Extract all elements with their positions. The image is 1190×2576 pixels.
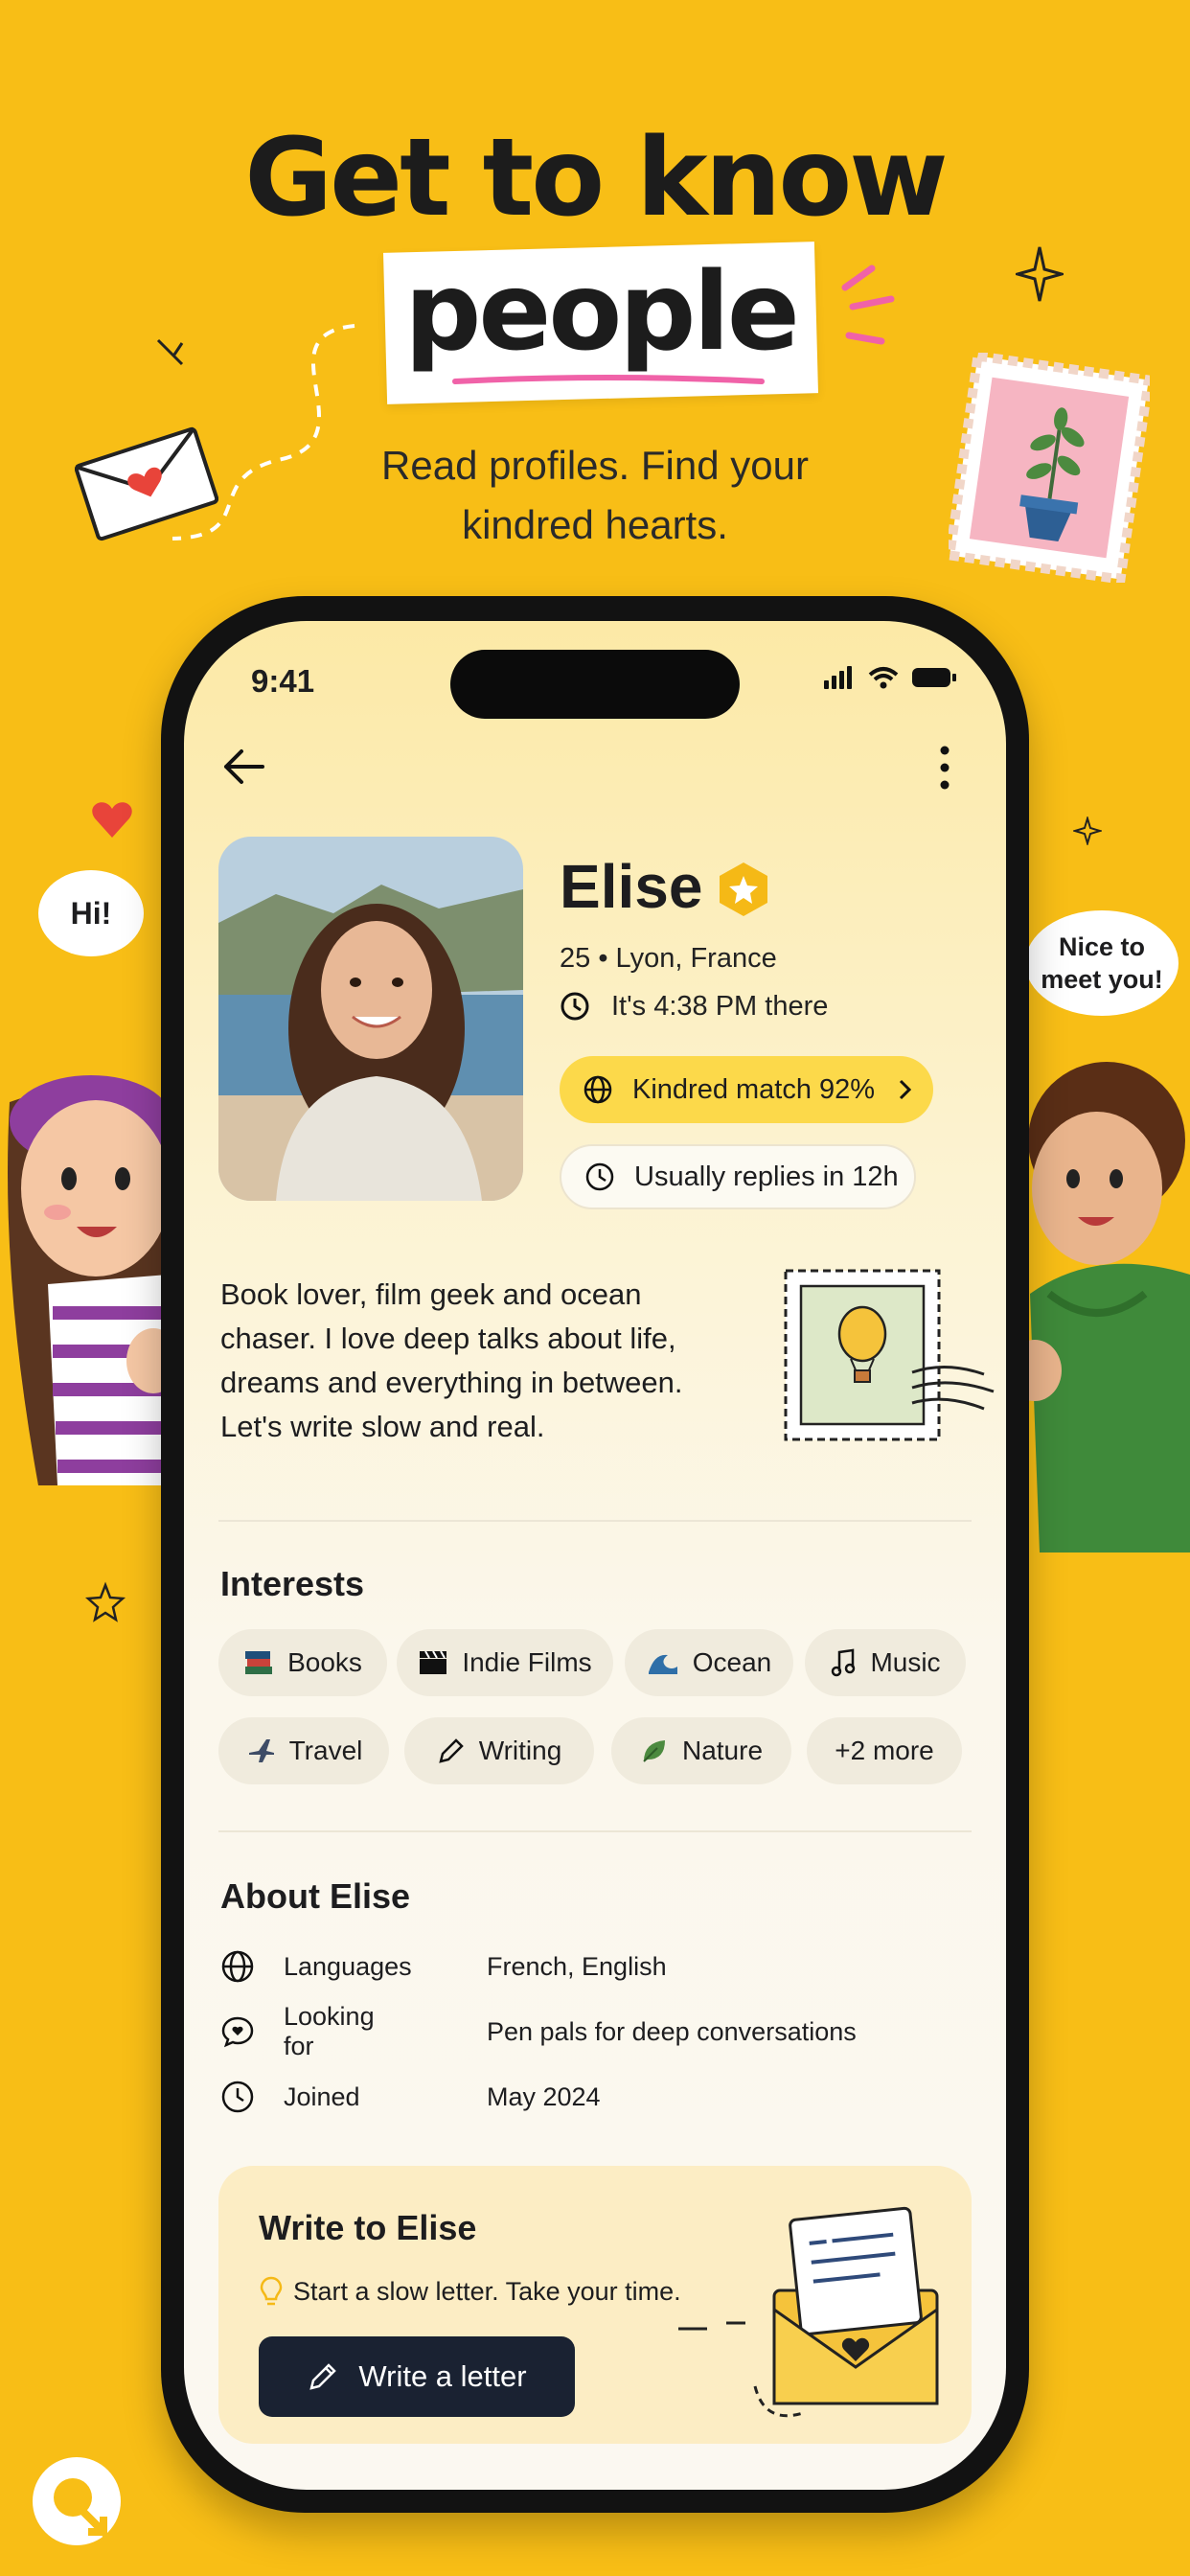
boy-illustration [1020, 1062, 1190, 1552]
clock-icon [561, 992, 589, 1021]
interest-chip-more[interactable]: +2 more [807, 1717, 962, 1784]
pink-dashes-icon [841, 264, 895, 345]
profile-screen: 9:41 Elise 25 • Lyon, France It's 4:38 P… [184, 621, 1006, 2490]
profile-bio: Book lover, film geek and ocean chaser. … [220, 1277, 683, 1443]
heart-icon [92, 802, 132, 838]
clock-icon [585, 1162, 614, 1191]
app-logo-icon [33, 2457, 121, 2545]
clapperboard-icon [420, 1650, 447, 1674]
sparkle-icon [1016, 246, 1064, 302]
leaf-icon [643, 1740, 665, 1762]
globe-icon [584, 1075, 612, 1104]
chevron-right-icon [900, 1079, 912, 1100]
music-note-icon [832, 1648, 856, 1677]
interest-chip-nature[interactable]: Nature [611, 1717, 791, 1784]
about-row-looking-for: Looking for Pen pals for deep conversati… [220, 2002, 857, 2060]
about-row-joined: Joined May 2024 [220, 2078, 601, 2116]
chat-heart-icon [221, 2016, 254, 2048]
write-card: Write to Elise Start a slow letter. Take… [218, 2166, 972, 2444]
verified-badge-icon [720, 862, 767, 916]
divider [218, 1520, 972, 1522]
speech-bubble-nice: Nice to meet you! [1025, 910, 1179, 1016]
divider [218, 1830, 972, 1832]
about-title: About Elise [220, 1876, 411, 1916]
status-time: 9:41 [251, 663, 315, 699]
profile-name: Elise [560, 852, 703, 921]
write-subtitle: Start a slow letter. Take your time. [259, 2275, 681, 2308]
star-doodle-icon [84, 1581, 126, 1622]
arrow-sparks-icon [156, 338, 184, 366]
stamp-plant-icon [949, 353, 1150, 583]
pencil-icon [309, 2363, 337, 2390]
balloon-stamp-icon [784, 1269, 995, 1441]
pencil-icon [438, 1738, 464, 1763]
interest-chip-indie-films[interactable]: Indie Films [397, 1629, 613, 1696]
lightbulb-icon [260, 2276, 283, 2306]
pink-underline [452, 375, 765, 384]
airplane-icon [248, 1739, 274, 1762]
speech-bubble-hi: Hi! [38, 870, 144, 956]
interest-chip-ocean[interactable]: Ocean [625, 1629, 793, 1696]
interest-chip-books[interactable]: Books [218, 1629, 387, 1696]
back-arrow-icon[interactable] [220, 746, 270, 788]
envelope-letter-icon [678, 2206, 939, 2418]
sparkle-small-icon [1073, 816, 1102, 845]
books-icon [245, 1651, 273, 1674]
globe-icon [221, 1950, 254, 1983]
more-options-icon[interactable] [935, 744, 954, 792]
headline: Get to know [244, 116, 949, 241]
reply-time-pill: Usually replies in 12h [560, 1144, 916, 1209]
local-time: It's 4:38 PM there [611, 991, 829, 1022]
interest-chip-travel[interactable]: Travel [218, 1717, 389, 1784]
profile-photo [218, 837, 523, 1201]
interest-chip-music[interactable]: Music [805, 1629, 966, 1696]
kindred-match-pill[interactable]: Kindred match 92% [560, 1056, 933, 1123]
signal-wifi-battery-icon [824, 666, 956, 689]
age-location: 25 • Lyon, France [560, 943, 777, 974]
girl-illustration [8, 1075, 168, 1485]
clock-icon [221, 2081, 254, 2113]
dynamic-island [450, 650, 740, 719]
write-title: Write to Elise [259, 2208, 477, 2247]
highlight-word: people [404, 250, 800, 375]
status-icons [824, 663, 958, 697]
interest-chip-writing[interactable]: Writing [404, 1717, 594, 1784]
wave-icon [648, 1654, 677, 1674]
write-letter-button[interactable]: Write a letter [259, 2336, 575, 2417]
interests-title: Interests [220, 1564, 365, 1603]
about-row-languages: Languages French, English [220, 1947, 667, 1986]
